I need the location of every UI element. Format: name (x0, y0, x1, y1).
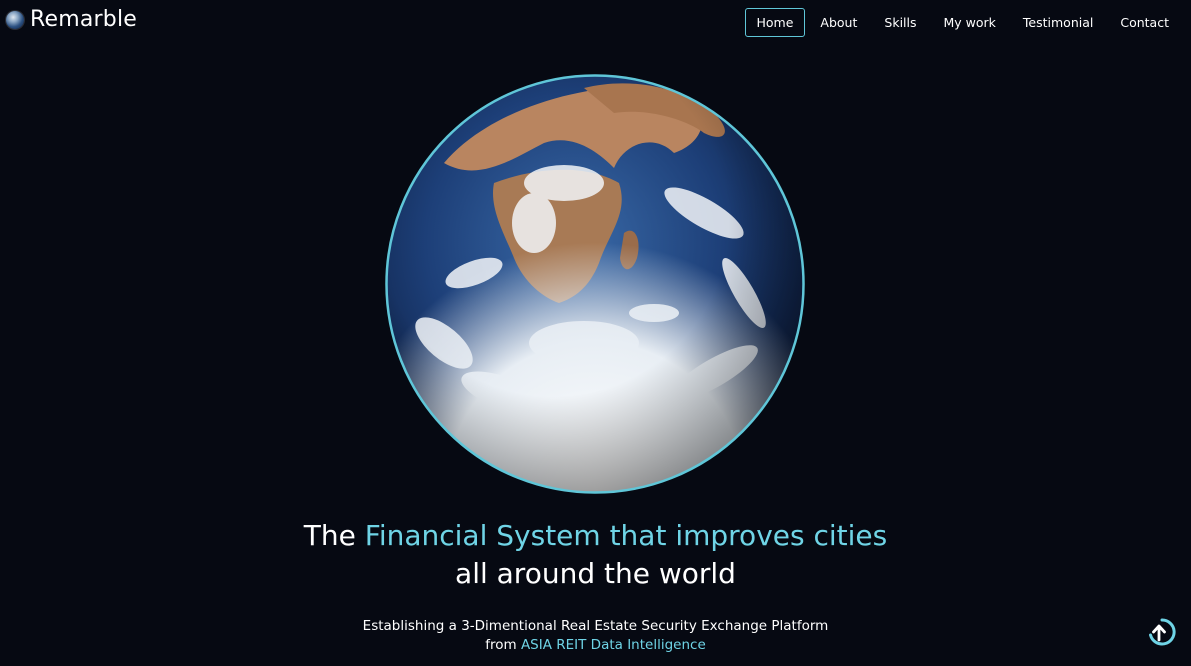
hero-headline-line1: The Financial System that improves citie… (0, 517, 1191, 555)
header: Remarble Home About Skills My work Testi… (0, 0, 1191, 44)
subline-line1: Establishing a 3-Dimentional Real Estate… (362, 618, 829, 634)
brand-name: Remarble (30, 7, 138, 32)
headline-accent: Financial System that improves cities (364, 519, 888, 552)
page: Remarble Home About Skills My work Testi… (0, 0, 1191, 666)
arrow-up-icon (1149, 618, 1176, 646)
subline-prefix: from (485, 636, 521, 653)
globe-icon (6, 10, 24, 29)
headline-prefix: The (303, 519, 365, 552)
scroll-to-top-button[interactable] (1147, 617, 1177, 647)
earth-globe-graphic (385, 74, 805, 494)
subline-line2: from ASIA REIT Data Intelligence (0, 636, 1191, 655)
main-nav: Home About Skills My work Testimonial Co… (742, 8, 1182, 37)
hero-headline-line2: all around the world (455, 557, 736, 590)
brand-logo[interactable]: Remarble (6, 7, 137, 32)
hero-headline: The Financial System that improves citie… (0, 517, 1191, 593)
nav-item-about[interactable]: About (808, 8, 869, 37)
nav-item-testimonial[interactable]: Testimonial (1011, 8, 1105, 37)
hero-subline: Establishing a 3-Dimentional Real Estate… (0, 617, 1191, 654)
subline-accent: ASIA REIT Data Intelligence (520, 636, 706, 653)
earth-globe-image (384, 73, 806, 495)
nav-item-my-work[interactable]: My work (932, 8, 1008, 37)
nav-item-contact[interactable]: Contact (1108, 8, 1181, 37)
nav-item-skills[interactable]: Skills (872, 8, 928, 37)
nav-item-home[interactable]: Home (744, 8, 806, 37)
